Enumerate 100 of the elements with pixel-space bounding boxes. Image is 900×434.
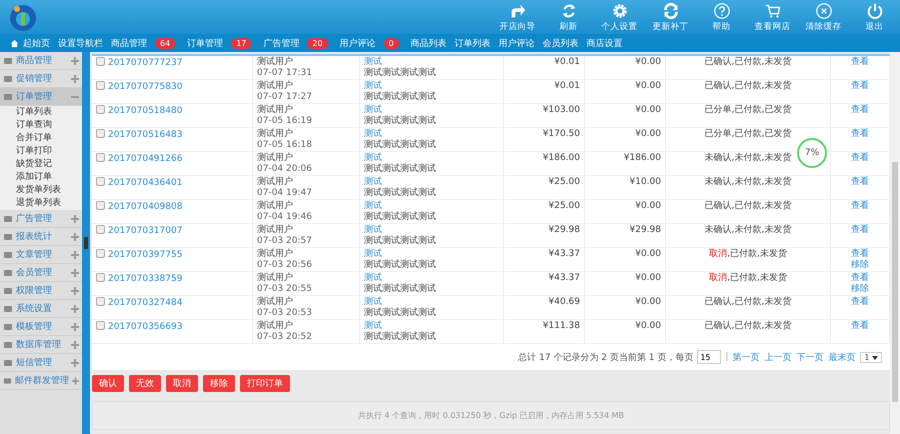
toolbar-button[interactable]: 查看网店	[747, 0, 798, 34]
checkbox[interactable]	[96, 57, 105, 66]
submenu-item[interactable]: 退货单列表	[0, 197, 82, 210]
checkbox[interactable]	[96, 321, 105, 330]
page-link[interactable]: 下一页	[796, 350, 824, 364]
order-number-link[interactable]: 2017070436401	[108, 178, 182, 188]
order-number-link[interactable]: 2017070518480	[108, 106, 182, 116]
nav-link[interactable]: 商店设置	[586, 36, 623, 50]
toolbar-button[interactable]: 刷新	[543, 0, 594, 34]
user-name: 测试用户	[257, 321, 294, 332]
close-icon	[814, 2, 832, 20]
checkbox[interactable]	[96, 81, 105, 90]
action-link[interactable]: 查看	[851, 177, 869, 187]
nav-link[interactable]: 广告管理	[263, 36, 300, 50]
page-link[interactable]: 上一页	[764, 350, 792, 364]
page-select[interactable]: 1	[860, 352, 882, 362]
checkbox[interactable]	[96, 225, 105, 234]
toolbar-button[interactable]: 开店向导	[492, 0, 543, 34]
action-link[interactable]: 查看	[851, 201, 869, 211]
nav-link[interactable]: 设置导航栏	[58, 36, 103, 50]
toolbar-button[interactable]: 帮助	[696, 0, 747, 34]
nav-link[interactable]: 会员列表	[542, 36, 579, 50]
submenu-item[interactable]: 添加订单	[0, 171, 82, 184]
nav-link[interactable]: 商品管理	[111, 36, 147, 50]
nav-link[interactable]: 商品列表	[410, 36, 447, 50]
action-button[interactable]: 打印订单	[240, 375, 290, 392]
checkbox[interactable]	[96, 177, 105, 186]
paid-cell: ¥0.00	[584, 272, 666, 296]
checkbox[interactable]	[96, 153, 105, 162]
toolbar-button[interactable]: 退出	[849, 0, 900, 34]
action-link[interactable]: 查看	[851, 105, 869, 115]
order-number-link[interactable]: 2017070356693	[108, 322, 182, 332]
consignee-link[interactable]: 测试	[364, 153, 382, 163]
action-link[interactable]: 查看	[851, 297, 869, 307]
page-link[interactable]: 最末页	[828, 350, 856, 364]
action-button[interactable]: 确认	[92, 375, 124, 392]
checkbox[interactable]	[96, 105, 105, 114]
order-number-link[interactable]: 2017070338759	[108, 274, 182, 284]
action-link[interactable]: 查看	[851, 153, 869, 163]
checkbox[interactable]	[96, 249, 105, 258]
nav-link[interactable]: 用户评论	[340, 36, 376, 50]
paid-cell: ¥29.98	[584, 224, 666, 248]
order-number-link[interactable]: 2017070516483	[108, 130, 182, 140]
consignee-link[interactable]: 测试	[364, 57, 382, 67]
consignee-link[interactable]: 测试	[364, 297, 382, 307]
page-link[interactable]: 第一页	[732, 350, 760, 364]
paid-cell: ¥10.00	[584, 176, 666, 200]
order-number-link[interactable]: 2017070777237	[108, 58, 182, 68]
order-number-link[interactable]: 2017070397755	[108, 250, 182, 260]
consignee-link[interactable]: 测试	[364, 201, 382, 211]
action-link[interactable]: 查看	[851, 81, 869, 91]
consignee-link[interactable]: 测试	[364, 177, 382, 187]
checkbox[interactable]	[96, 201, 105, 210]
count-badge: 0	[384, 38, 399, 48]
consignee-link[interactable]: 测试	[364, 273, 382, 283]
checkbox[interactable]	[96, 273, 105, 282]
order-number-link[interactable]: 2017070327484	[108, 298, 182, 308]
action-link[interactable]: 查看	[851, 249, 869, 259]
submenu-item[interactable]: 订单打印	[0, 145, 82, 158]
action-link[interactable]: 查看	[851, 225, 869, 235]
order-time: 07-03 20:53	[257, 308, 313, 318]
consignee-link[interactable]: 测试	[364, 129, 382, 139]
consignee-link[interactable]: 测试	[364, 105, 382, 115]
order-number-link[interactable]: 2017070491266	[108, 154, 182, 164]
consignee-link[interactable]: 测试	[364, 321, 382, 331]
action-link[interactable]: 移除	[851, 260, 869, 270]
page-size-field[interactable]: 15	[697, 350, 722, 364]
sidebar-label: 权限管理	[16, 284, 53, 297]
action-link[interactable]: 查看	[851, 273, 869, 283]
checkbox[interactable]	[96, 297, 105, 306]
action-link[interactable]: 查看	[851, 57, 869, 67]
toolbar-button[interactable]: 更新补丁	[645, 0, 696, 34]
consignee-link[interactable]: 测试	[364, 249, 382, 259]
order-number-link[interactable]: 2017070409808	[108, 202, 182, 212]
action-button[interactable]: 无效	[129, 375, 161, 392]
action-link[interactable]: 移除	[851, 284, 869, 294]
toolbar-button[interactable]: 个人设置	[594, 0, 645, 34]
order-number-link[interactable]: 2017070317007	[108, 226, 182, 236]
submenu-item[interactable]: 发货单列表	[0, 184, 82, 197]
scrollbar[interactable]	[890, 52, 900, 434]
nav-link[interactable]: 起始页	[23, 36, 50, 50]
consignee-link[interactable]: 测试	[364, 81, 382, 91]
submenu-item[interactable]: 缺货登记	[0, 158, 82, 171]
nav-link[interactable]: 订单列表	[454, 36, 491, 50]
submenu-item[interactable]: 合并订单	[0, 132, 82, 145]
action-button[interactable]: 移除	[203, 375, 235, 392]
submenu-item[interactable]: 订单列表	[0, 106, 82, 119]
toolbar-button[interactable]: 清除缓存	[798, 0, 849, 34]
order-number-link[interactable]: 2017070775830	[108, 82, 182, 92]
sidebar-item[interactable]: 订单管理	[0, 88, 82, 106]
submenu-item[interactable]: 订单查询	[0, 119, 82, 132]
user-name: 测试用户	[257, 177, 294, 188]
action-link[interactable]: 查看	[851, 129, 869, 139]
nav-link[interactable]: 用户评论	[498, 36, 535, 50]
user-name: 测试用户	[257, 273, 294, 284]
action-button[interactable]: 取消	[166, 375, 198, 392]
consignee-link[interactable]: 测试	[364, 225, 382, 235]
action-link[interactable]: 查看	[851, 321, 869, 331]
checkbox[interactable]	[96, 129, 105, 138]
nav-link[interactable]: 订单管理	[187, 36, 224, 50]
